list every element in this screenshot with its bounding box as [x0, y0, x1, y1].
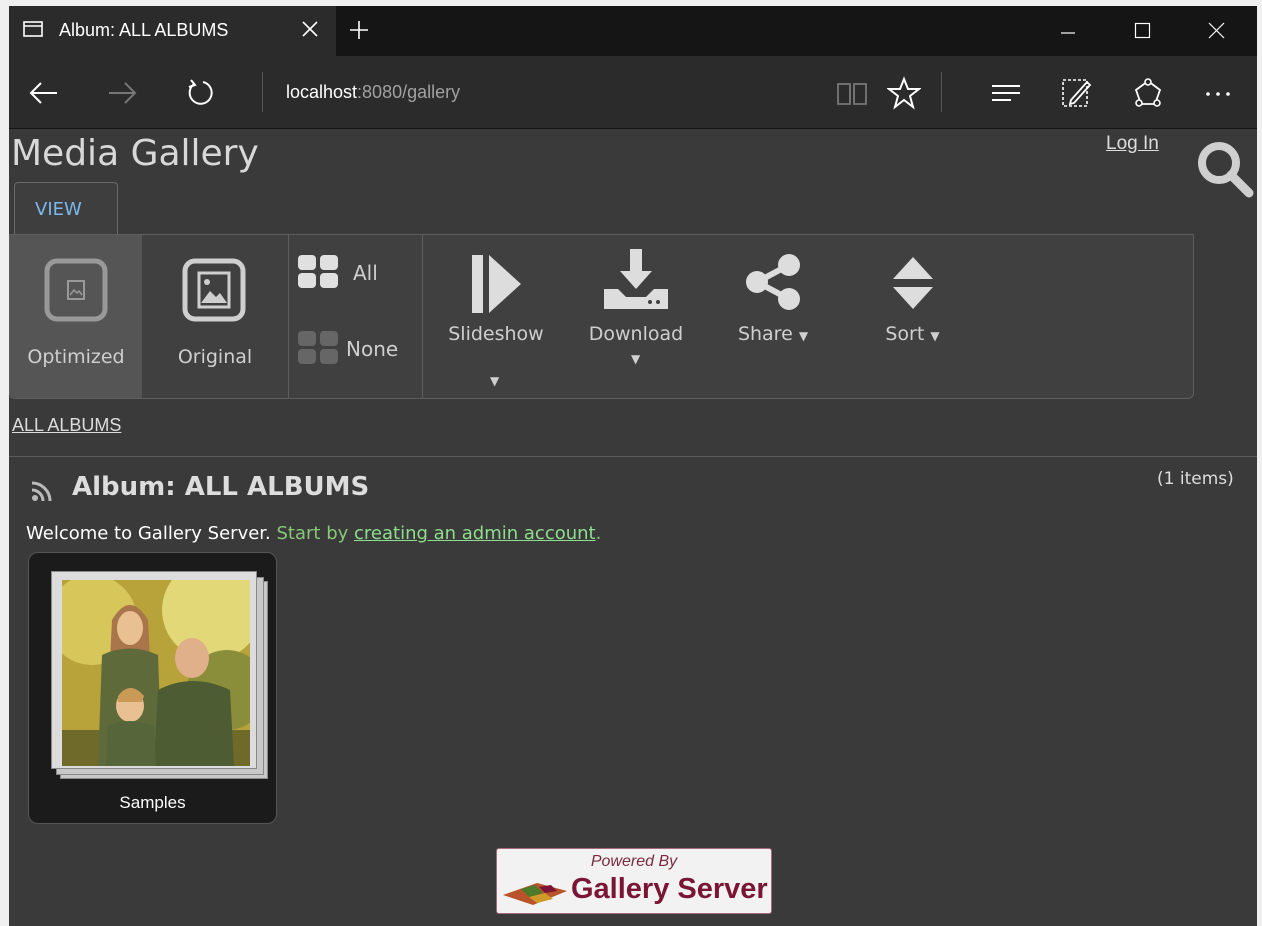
item-count: (1 items) [1157, 469, 1234, 489]
section-divider [9, 456, 1257, 457]
close-window-button[interactable] [1183, 6, 1251, 56]
navigation-bar: localhost:8080/gallery [9, 56, 1257, 129]
create-admin-link[interactable]: creating an admin account [354, 523, 596, 544]
welcome-message: Welcome to Gallery Server. Start by crea… [26, 523, 601, 544]
select-none-label: None [346, 337, 399, 361]
share-button[interactable]: Share ▼ [718, 235, 828, 398]
welcome-suffix: . [595, 523, 602, 544]
optimized-button[interactable]: Optimized [10, 235, 142, 398]
back-arrow-icon[interactable] [27, 76, 61, 110]
new-tab-icon[interactable] [348, 19, 370, 41]
ribbon-toolbar: Optimized Original All None Slideshow ▼ … [9, 234, 1194, 399]
share-icon[interactable] [1131, 76, 1165, 110]
share-nodes-icon [746, 254, 800, 310]
login-link[interactable]: Log In [1106, 133, 1159, 155]
breadcrumb[interactable]: ALL ALBUMS [12, 415, 121, 436]
maximize-button[interactable] [1109, 6, 1177, 56]
album-cover-photo [62, 580, 250, 766]
welcome-text: Welcome to Gallery Server. [26, 523, 277, 544]
slideshow-caret-icon: ▼ [490, 374, 500, 388]
select-all-button[interactable]: All [298, 255, 418, 291]
original-image-icon [182, 258, 246, 322]
album-title: Album: ALL ALBUMS [72, 472, 370, 502]
tab-close-icon[interactable] [299, 18, 321, 40]
minimize-icon [1061, 32, 1075, 34]
web-note-icon[interactable] [1059, 76, 1093, 110]
reading-view-icon[interactable] [835, 76, 869, 110]
grid-icon [298, 255, 338, 288]
sort-caret-icon: ▼ [930, 329, 940, 343]
site-title: Media Gallery [11, 133, 259, 174]
welcome-hint: Start by [276, 523, 354, 544]
browser-window: Album: ALL ALBUMS localhost:8080/gallery… [9, 6, 1257, 926]
tab-view[interactable]: VIEW [14, 182, 118, 235]
browser-tab[interactable]: Album: ALL ALBUMS [9, 6, 336, 56]
close-icon [1208, 22, 1225, 39]
download-label: Download [588, 323, 684, 345]
tab-title: Album: ALL ALBUMS [59, 20, 229, 40]
minimize-button[interactable] [1035, 6, 1103, 56]
page-icon [23, 21, 43, 37]
download-caret-icon: ▼ [631, 352, 641, 366]
optimized-label: Optimized [27, 346, 125, 368]
ribbon-divider [422, 235, 423, 398]
address-bar[interactable]: localhost:8080/gallery [286, 82, 460, 103]
sort-icon [893, 257, 933, 309]
original-label: Original [177, 346, 253, 368]
download-icon [604, 249, 668, 309]
select-none-button[interactable]: None [298, 331, 418, 367]
address-separator [262, 72, 263, 112]
album-thumbnail-label: Samples [119, 793, 186, 812]
sort-text: Sort [885, 323, 925, 345]
powered-by-badge[interactable]: Powered By Gallery Server [496, 848, 772, 914]
refresh-icon[interactable] [183, 76, 217, 110]
grid-empty-icon [298, 331, 338, 364]
select-all-label: All [353, 261, 378, 285]
share-label: Share ▼ [718, 323, 828, 345]
more-options-icon[interactable] [1201, 76, 1235, 110]
share-caret-icon: ▼ [798, 329, 809, 343]
sort-button[interactable]: Sort ▼ [860, 235, 965, 398]
toolbar-separator [941, 72, 942, 112]
url-path: :8080/gallery [357, 82, 461, 102]
download-button[interactable]: Download ▼ [572, 235, 700, 398]
maximize-icon [1134, 22, 1151, 39]
url-host: localhost [286, 82, 358, 102]
hub-icon[interactable] [989, 76, 1023, 110]
gallery-server-brand: Gallery Server [571, 873, 768, 905]
forward-arrow-icon[interactable] [105, 76, 139, 110]
tab-view-label: VIEW [35, 199, 82, 220]
sort-label: Sort ▼ [860, 323, 965, 345]
original-button[interactable]: Original [142, 235, 288, 398]
share-text: Share [737, 323, 793, 345]
ribbon-divider [288, 235, 289, 398]
slideshow-label: Slideshow [448, 323, 544, 345]
powered-by-text: Powered By [590, 853, 678, 870]
optimized-image-icon [44, 258, 108, 322]
gallery-server-logo-icon [503, 883, 567, 905]
album-thumbnail[interactable]: Samples [28, 552, 277, 824]
page-content: Media Gallery Log In VIEW Optimized Orig… [9, 129, 1257, 926]
slideshow-button[interactable]: Slideshow ▼ [432, 235, 560, 398]
title-bar: Album: ALL ALBUMS [9, 6, 1257, 56]
slideshow-icon [472, 255, 521, 313]
rss-icon[interactable] [31, 480, 53, 502]
favorite-star-icon[interactable] [887, 76, 921, 110]
search-icon[interactable] [1195, 139, 1255, 199]
